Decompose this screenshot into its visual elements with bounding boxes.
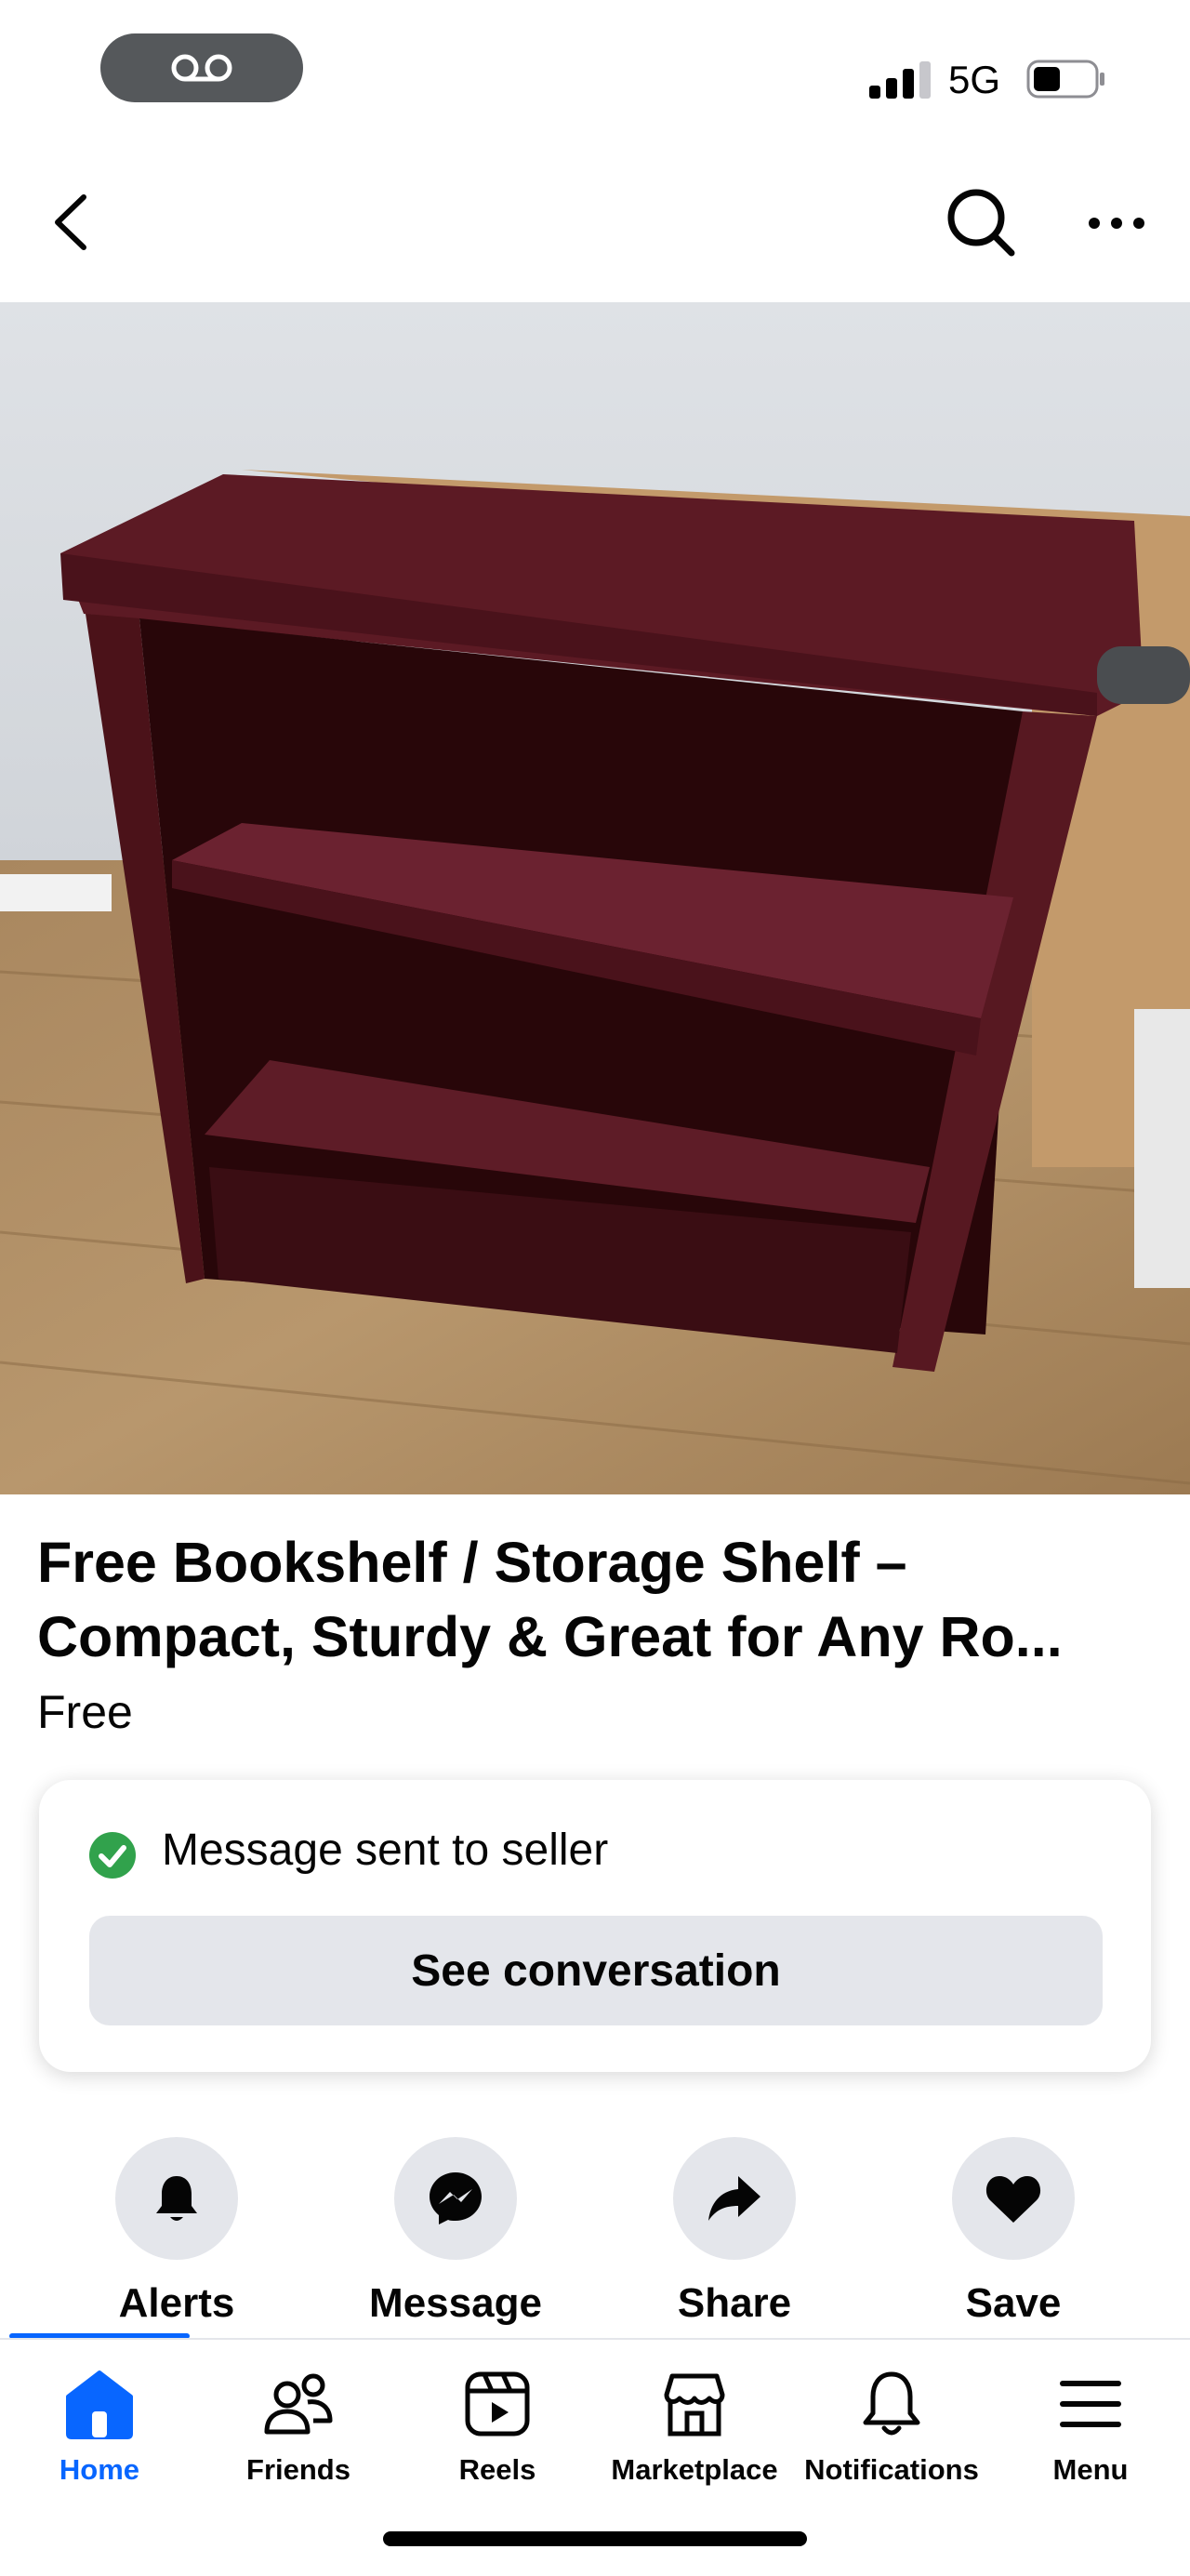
bottom-nav-divider <box>0 2338 1190 2340</box>
tab-notifications-label: Notifications <box>804 2453 979 2486</box>
alerts-button[interactable]: Alerts <box>65 2137 288 2327</box>
reels-icon <box>465 2371 530 2437</box>
tab-menu-label: Menu <box>1052 2453 1129 2486</box>
listing-title-line1: Free Bookshelf / Storage Shelf – <box>37 1531 907 1594</box>
tab-marketplace-label: Marketplace <box>611 2453 778 2486</box>
bell-outline-icon <box>863 2371 920 2436</box>
save-button[interactable]: Save <box>902 2137 1125 2327</box>
signal-bars-icon <box>869 61 931 99</box>
tab-friends[interactable]: Friends <box>199 2362 398 2487</box>
marketplace-icon <box>664 2373 725 2437</box>
home-icon <box>66 2370 133 2439</box>
carrier-label: 5G <box>948 58 1001 101</box>
search-icon[interactable] <box>945 186 1017 259</box>
tab-home-label: Home <box>59 2453 140 2486</box>
heart-icon <box>985 2176 1041 2223</box>
share-button[interactable]: Share <box>623 2137 846 2327</box>
message-status-text: Message sent to seller <box>162 1826 609 1875</box>
tab-friends-label: Friends <box>246 2453 350 2486</box>
voicemail-pill <box>100 33 303 102</box>
voicemail-icon <box>171 54 232 82</box>
share-circle[interactable] <box>673 2137 796 2260</box>
listing-price: Free <box>37 1686 133 1738</box>
friends-icon <box>264 2373 333 2435</box>
message-label: Message <box>369 2280 542 2326</box>
tab-marketplace[interactable]: Marketplace <box>595 2362 794 2487</box>
wooden-bookshelf-photo[interactable] <box>0 302 1190 1494</box>
save-label: Save <box>965 2280 1062 2326</box>
hamburger-menu-icon <box>1060 2381 1121 2427</box>
tab-reels-label: Reels <box>458 2453 536 2486</box>
tab-menu[interactable]: Menu <box>991 2362 1190 2487</box>
more-dots-icon[interactable] <box>1086 206 1147 240</box>
message-circle[interactable] <box>394 2137 517 2260</box>
messenger-icon <box>430 2172 482 2224</box>
save-circle[interactable] <box>952 2137 1075 2260</box>
tab-reels[interactable]: Reels <box>398 2362 597 2487</box>
alerts-circle[interactable] <box>115 2137 238 2260</box>
message-button[interactable]: Message <box>344 2137 567 2327</box>
see-conversation-button[interactable]: See conversation <box>89 1916 1103 2025</box>
battery-icon <box>1026 60 1104 99</box>
tab-home[interactable]: Home <box>0 2362 199 2487</box>
tab-notifications[interactable]: Notifications <box>792 2362 991 2487</box>
check-circle-icon <box>89 1832 136 1879</box>
share-arrow-icon <box>708 2176 760 2221</box>
alerts-label: Alerts <box>118 2280 235 2326</box>
bell-icon <box>156 2176 197 2221</box>
home-indicator[interactable] <box>383 2531 807 2546</box>
share-label: Share <box>677 2280 792 2326</box>
listing-title-line2: Compact, Sturdy & Great for Any Ro... <box>37 1605 1063 1668</box>
listing-title: Free Bookshelf / Storage Shelf – Compact… <box>37 1525 1153 1674</box>
chevron-left-icon[interactable] <box>46 190 97 255</box>
